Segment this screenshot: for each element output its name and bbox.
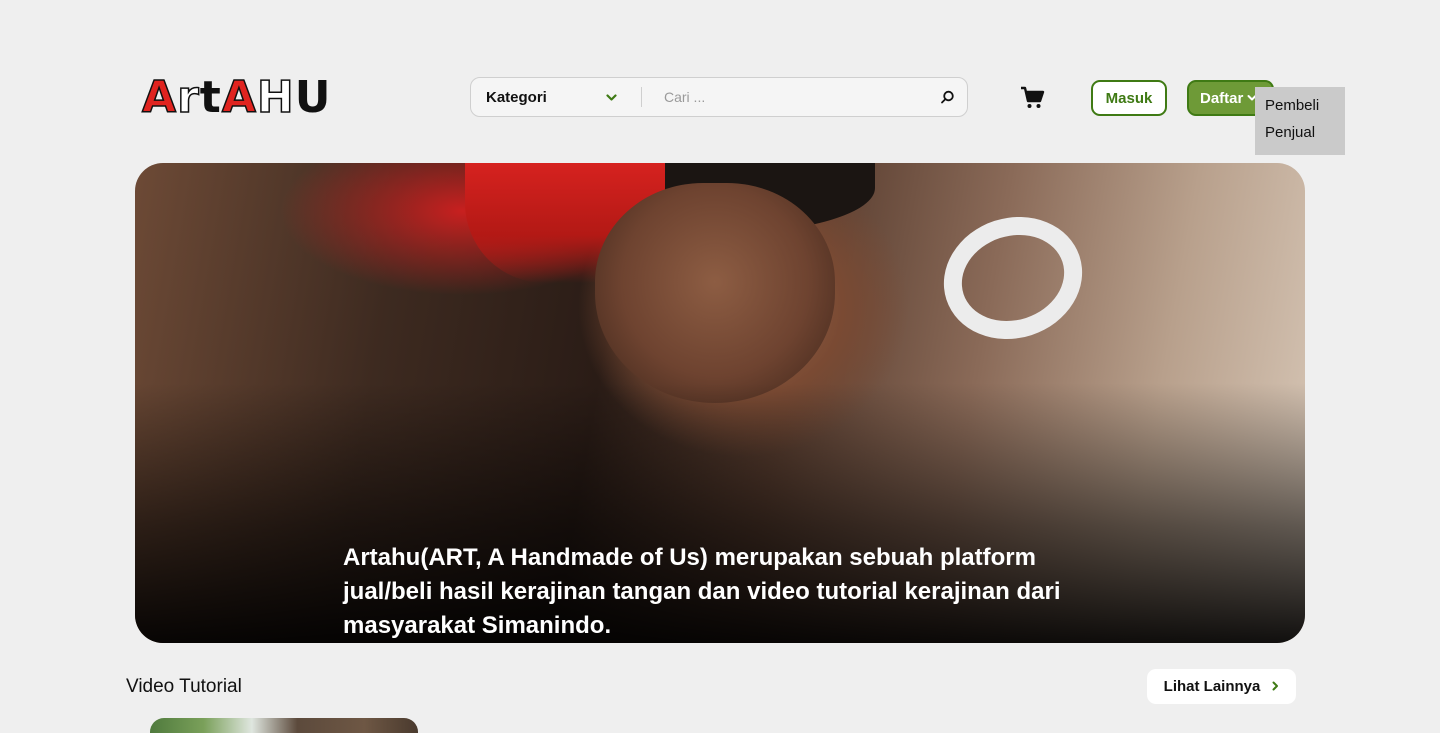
chevron-down-icon [606,89,617,106]
hero-banner: Artahu(ART, A Handmade of Us) merupakan … [135,163,1305,643]
menu-item-pembeli[interactable]: Pembeli [1265,92,1345,119]
search-icon[interactable] [927,90,967,105]
logo-letter: r [176,71,200,124]
page: ArtAHU Kategori Cari ... Masuk Daftar Pe… [0,0,1440,733]
register-label: Daftar [1200,89,1244,107]
search-input[interactable]: Cari ... [642,89,927,105]
hero-image-bracelet [927,199,1099,357]
category-label: Kategori [486,88,547,106]
artahu-logo[interactable]: ArtAHU [141,68,332,128]
category-select[interactable]: Kategori [471,89,641,106]
menu-item-penjual[interactable]: Penjual [1265,119,1345,146]
logo-letter: U [294,72,332,123]
logo-letter: A [221,71,257,124]
chevron-right-icon [1272,678,1279,695]
see-more-button[interactable]: Lihat Lainnya [1147,669,1296,704]
hero-image-person [595,183,835,403]
hero-caption: Artahu(ART, A Handmade of Us) merupakan … [343,544,1061,639]
logo-letter: A [141,71,178,124]
logo-letter: t [199,72,222,123]
register-dropdown-menu: Pembeli Penjual [1255,87,1345,155]
search-bar: Kategori Cari ... [470,77,968,117]
see-more-label: Lihat Lainnya [1163,678,1261,695]
video-thumbnail[interactable] [150,718,418,733]
cart-icon[interactable] [1019,86,1045,110]
login-button[interactable]: Masuk [1091,80,1167,116]
video-tutorial-heading: Video Tutorial [126,676,242,697]
logo-letter: H [256,71,295,124]
